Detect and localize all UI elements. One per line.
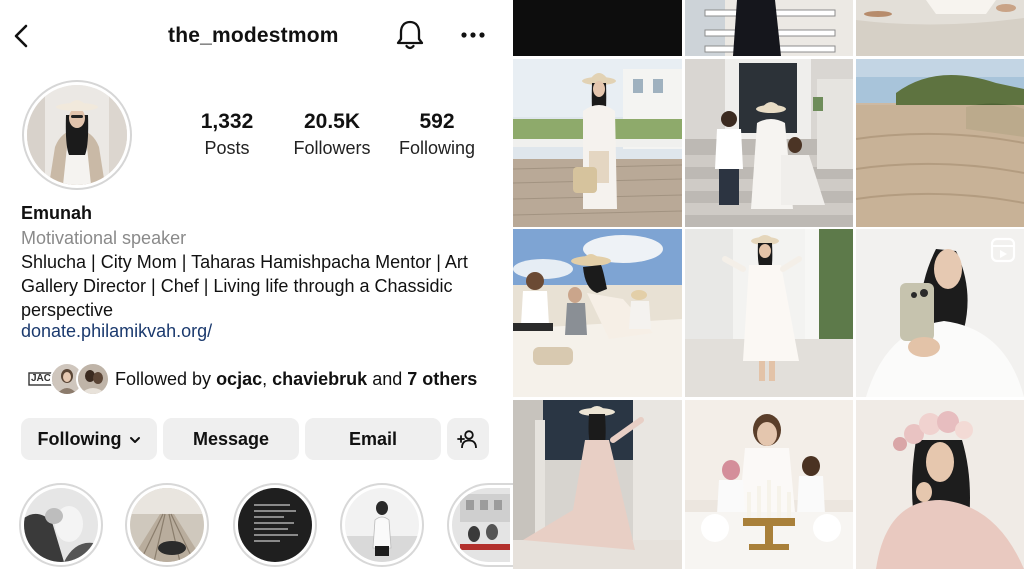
grid-post-11[interactable]	[685, 400, 853, 569]
suggest-people-button[interactable]	[447, 418, 489, 460]
story-highlight-5-cover	[452, 488, 510, 562]
profile-name: Emunah	[21, 203, 93, 223]
follower-avatar-ocjac-text: JAC	[31, 373, 52, 384]
grid-post-5[interactable]	[685, 59, 853, 227]
profile-bio: Shlucha | City Mom | Taharas Hamishpacha…	[21, 252, 468, 320]
bell-icon[interactable]	[394, 18, 426, 52]
message-button-label: Message	[192, 429, 270, 449]
profile-category: Motivational speaker	[21, 228, 187, 248]
story-highlight-5[interactable]	[447, 483, 513, 567]
grid-post-2[interactable]	[685, 0, 853, 56]
following-stat[interactable]: 592 Following	[394, 110, 480, 159]
grid-post-12[interactable]	[856, 400, 1024, 569]
posts-stat[interactable]: 1,332 Posts	[196, 110, 258, 159]
story-highlight-3[interactable]	[233, 483, 317, 567]
top-bar: the_modestmom	[0, 12, 513, 60]
story-highlight-2-cover	[130, 488, 204, 562]
story-highlight-4-cover	[345, 488, 419, 562]
profile-panel: the_modestmom 1,332 Posts 20.5K Follower…	[0, 0, 513, 569]
profile-avatar[interactable]	[22, 80, 132, 190]
posts-label: Posts	[204, 138, 250, 158]
followed-by-others[interactable]: 7 others	[407, 369, 477, 389]
message-button[interactable]: Message	[163, 418, 299, 460]
followed-by-connector: and	[372, 369, 403, 389]
grid-post-10[interactable]	[513, 400, 682, 569]
grid-post-7[interactable]	[513, 229, 682, 397]
story-highlight-3-cover	[238, 488, 312, 562]
followed-by-text: Followed by ocjac, chaviebruk and 7 othe…	[115, 369, 477, 390]
chevron-down-icon	[129, 437, 140, 444]
profile-link[interactable]: donate.philamikvah.org/	[21, 321, 212, 342]
followed-by-user2[interactable]: chaviebruk	[272, 369, 367, 389]
following-button[interactable]: Following	[21, 418, 157, 460]
email-button[interactable]: Email	[305, 418, 441, 460]
story-highlight-2[interactable]	[125, 483, 209, 567]
following-button-label: Following	[37, 429, 122, 449]
email-button-label: Email	[348, 429, 398, 449]
grid-post-4[interactable]	[513, 59, 682, 227]
profile-username: the_modestmom	[168, 24, 339, 47]
posts-count: 1,332	[200, 110, 254, 133]
followed-by[interactable]: JAC Followed by ocjac, chaviebruk and 7	[24, 360, 504, 398]
followed-by-user1[interactable]: ocjac	[216, 369, 262, 389]
grid-post-8[interactable]	[685, 229, 853, 397]
followers-count: 20.5K	[303, 110, 361, 133]
story-highlight-1[interactable]	[19, 483, 103, 567]
avatar-photo	[27, 85, 127, 185]
chevron-left-icon[interactable]	[8, 20, 36, 52]
followers-stat[interactable]: 20.5K Followers	[289, 110, 375, 159]
grid-post-6[interactable]	[856, 59, 1024, 227]
more-horizontal-icon[interactable]	[458, 24, 488, 46]
story-highlight-4[interactable]	[340, 483, 424, 567]
followed-by-separator: ,	[262, 369, 268, 389]
add-person-icon	[457, 430, 477, 449]
following-label: Following	[398, 138, 476, 158]
grid-post-9[interactable]	[856, 229, 1024, 397]
post-grid	[513, 0, 1024, 569]
following-count: 592	[419, 110, 455, 133]
story-highlight-1-cover	[24, 488, 98, 562]
grid-post-3[interactable]	[856, 0, 1024, 56]
followers-label: Followers	[293, 138, 371, 158]
grid-post-1[interactable]	[513, 0, 682, 56]
follower-avatar-other	[76, 362, 110, 396]
followed-by-prefix: Followed by	[115, 369, 212, 389]
